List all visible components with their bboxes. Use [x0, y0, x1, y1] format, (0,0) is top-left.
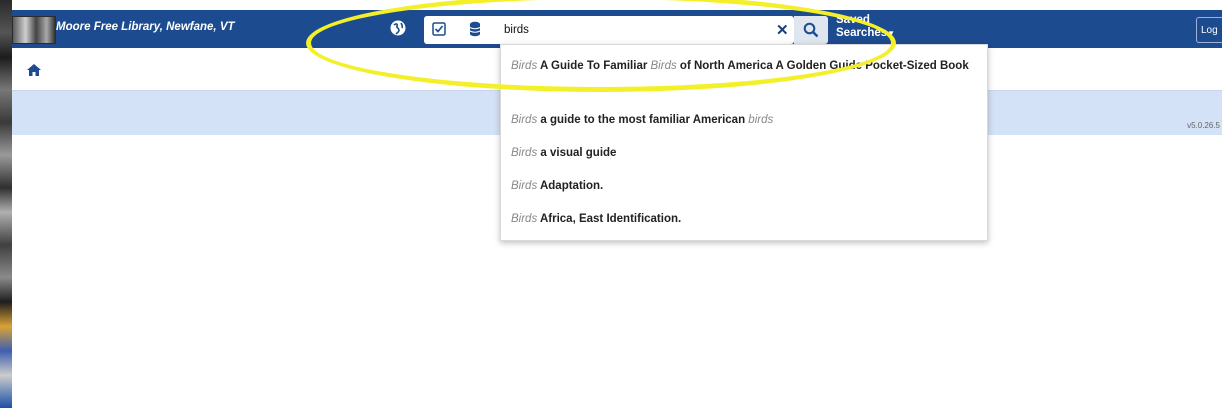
- database-icon[interactable]: [469, 21, 481, 37]
- top-navigation-bar: Moore Free Library, Newfane, VT ✕ Saved …: [12, 10, 1222, 48]
- search-suggestions-dropdown: Birds A Guide To Familiar Birds of North…: [500, 44, 988, 241]
- suggestion-item[interactable]: Birds A Guide To Familiar Birds of North…: [511, 57, 981, 75]
- search-input[interactable]: [504, 19, 764, 41]
- suggestion-item[interactable]: Birds Africa, East Identification.: [511, 210, 981, 228]
- search-icon: [803, 22, 819, 38]
- clear-icon[interactable]: ✕: [776, 21, 789, 39]
- login-button[interactable]: Log: [1196, 17, 1222, 43]
- home-icon[interactable]: [27, 64, 41, 76]
- version-label: v5.0.26.5: [1187, 121, 1220, 130]
- suggestion-item[interactable]: Birds Adaptation.: [511, 177, 981, 195]
- search-box: ✕: [424, 16, 794, 44]
- globe-icon[interactable]: [390, 20, 406, 36]
- search-button[interactable]: [794, 16, 828, 44]
- library-name[interactable]: Moore Free Library, Newfane, VT: [56, 21, 235, 33]
- library-logo[interactable]: [12, 16, 56, 44]
- saved-searches-menu[interactable]: Saved Searches▼: [836, 14, 896, 40]
- saved-searches-line2: Searches: [836, 27, 888, 39]
- left-edge-artifact: [0, 0, 12, 408]
- suggestion-item[interactable]: Birds a guide to the most familiar Ameri…: [511, 111, 981, 129]
- caret-down-icon: ▼: [887, 29, 896, 38]
- checkbox-icon[interactable]: [432, 22, 446, 36]
- saved-searches-line1: Saved: [836, 14, 870, 26]
- suggestion-item[interactable]: Birds a visual guide: [511, 144, 981, 162]
